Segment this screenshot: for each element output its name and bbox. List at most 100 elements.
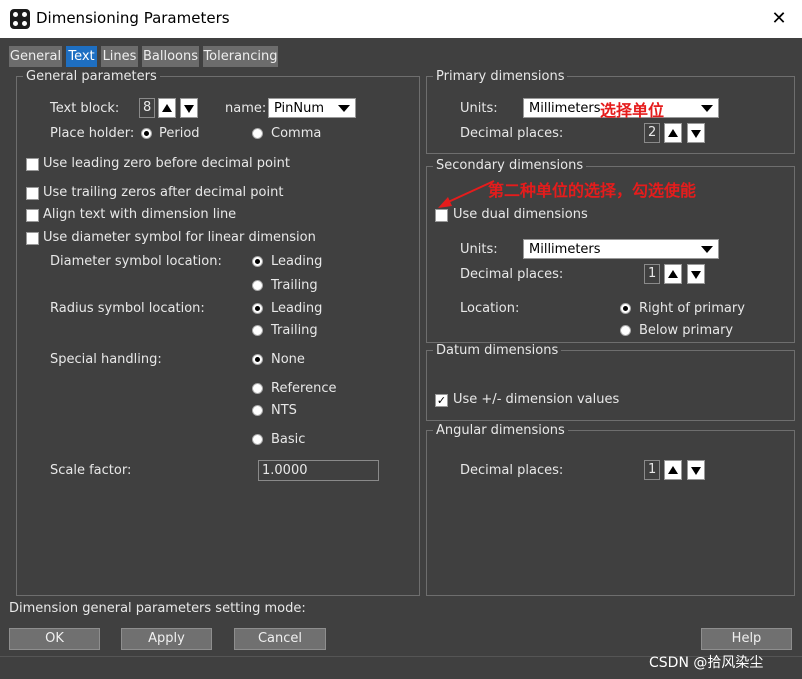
angular-decimal-label: Decimal places:	[460, 463, 564, 478]
checkmark-icon: ✓	[436, 394, 447, 407]
arrow-down-icon	[691, 271, 701, 279]
primary-decimal-up-button[interactable]	[664, 123, 682, 143]
radio-right-of-primary-label: Right of primary	[639, 301, 745, 316]
secondary-units-value: Millimeters	[529, 242, 601, 257]
primary-units-value: Millimeters	[529, 101, 601, 116]
trailing-zeros-checkbox[interactable]	[26, 187, 39, 200]
units-annotation: 选择单位	[600, 101, 665, 120]
radio-special-reference-label: Reference	[271, 381, 337, 396]
app-logo-icon	[10, 9, 30, 29]
radio-diameter-trailing-label: Trailing	[271, 278, 318, 293]
plus-minus-label: Use +/- dimension values	[453, 392, 620, 407]
angular-dimensions-title: Angular dimensions	[433, 423, 568, 438]
special-handling-label: Special handling:	[50, 352, 162, 367]
arrow-up-icon	[668, 129, 678, 137]
radio-diameter-leading-label: Leading	[271, 254, 323, 269]
radio-comma-label: Comma	[271, 126, 322, 141]
diameter-symbol-checkbox[interactable]	[26, 232, 39, 245]
tab-general[interactable]: General	[9, 46, 62, 67]
radio-special-nts[interactable]	[252, 405, 263, 416]
cancel-button[interactable]: Cancel	[234, 628, 326, 650]
text-block-value[interactable]: 8	[139, 98, 155, 118]
leading-zero-checkbox[interactable]	[26, 158, 39, 171]
radio-radius-trailing-label: Trailing	[271, 323, 318, 338]
chevron-down-icon	[701, 246, 713, 253]
title-bar: Dimensioning Parameters ✕	[0, 0, 802, 38]
name-label: name:	[225, 101, 267, 116]
angular-decimal-up-button[interactable]	[664, 460, 682, 480]
secondary-units-combo[interactable]: Millimeters	[523, 239, 719, 259]
arrow-down-icon	[691, 467, 701, 475]
angular-decimal-value[interactable]: 1	[644, 460, 660, 480]
primary-decimal-value[interactable]: 2	[644, 123, 660, 143]
radio-radius-leading-label: Leading	[271, 301, 323, 316]
help-button[interactable]: Help	[701, 628, 792, 650]
align-text-label: Align text with dimension line	[43, 207, 237, 222]
radio-below-primary-label: Below primary	[639, 323, 734, 338]
tab-lines[interactable]: Lines	[101, 46, 138, 67]
diameter-location-label: Diameter symbol location:	[50, 254, 222, 269]
name-combo[interactable]: PinNum	[268, 98, 356, 118]
radio-right-of-primary[interactable]	[620, 303, 631, 314]
radio-comma[interactable]	[252, 128, 263, 139]
primary-decimal-label: Decimal places:	[460, 126, 564, 141]
tab-balloons[interactable]: Balloons	[142, 46, 199, 67]
align-text-checkbox[interactable]	[26, 209, 39, 222]
angular-decimal-down-button[interactable]	[687, 460, 705, 480]
scale-factor-input[interactable]: 1.0000	[258, 460, 379, 481]
arrow-down-icon	[184, 105, 194, 113]
diameter-symbol-label: Use diameter symbol for linear dimension	[43, 230, 316, 245]
trailing-zeros-label: Use trailing zeros after decimal point	[43, 185, 284, 200]
radio-special-basic[interactable]	[252, 434, 263, 445]
radio-below-primary[interactable]	[620, 325, 631, 336]
arrow-down-icon	[691, 130, 701, 138]
location-label: Location:	[460, 301, 520, 316]
tab-text[interactable]: Text	[66, 46, 97, 67]
radio-special-nts-label: NTS	[271, 403, 297, 418]
dual-dimensions-label: Use dual dimensions	[453, 207, 588, 222]
radio-special-reference[interactable]	[252, 383, 263, 394]
radio-diameter-leading[interactable]	[252, 256, 263, 267]
close-icon[interactable]: ✕	[764, 4, 794, 34]
dual-dimensions-checkbox[interactable]	[435, 209, 448, 222]
arrow-up-icon	[668, 466, 678, 474]
chevron-down-icon	[701, 105, 713, 112]
radio-period[interactable]	[141, 128, 152, 139]
text-block-down-button[interactable]	[180, 98, 198, 118]
radio-special-basic-label: Basic	[271, 432, 306, 447]
secondary-decimal-label: Decimal places:	[460, 267, 564, 282]
general-parameters-title: General parameters	[23, 69, 160, 84]
leading-zero-label: Use leading zero before decimal point	[43, 156, 290, 171]
secondary-decimal-value[interactable]: 1	[644, 264, 660, 284]
scale-factor-label: Scale factor:	[50, 463, 132, 478]
general-parameters-group	[16, 76, 420, 596]
primary-decimal-down-button[interactable]	[687, 123, 705, 143]
text-block-up-button[interactable]	[158, 98, 176, 118]
status-text: Dimension general parameters setting mod…	[9, 601, 306, 616]
angular-dimensions-group	[426, 430, 795, 596]
apply-button[interactable]: Apply	[121, 628, 212, 650]
secondary-decimal-down-button[interactable]	[687, 264, 705, 284]
radio-special-none-label: None	[271, 352, 305, 367]
ok-button[interactable]: OK	[9, 628, 100, 650]
plus-minus-checkbox[interactable]: ✓	[435, 394, 448, 407]
primary-dimensions-title: Primary dimensions	[433, 69, 568, 84]
datum-dimensions-title: Datum dimensions	[433, 343, 562, 358]
text-block-label: Text block:	[50, 101, 120, 116]
name-combo-value: PinNum	[274, 101, 325, 116]
secondary-dimensions-title: Secondary dimensions	[433, 158, 587, 173]
radio-radius-trailing[interactable]	[252, 325, 263, 336]
radio-special-none[interactable]	[252, 354, 263, 365]
secondary-decimal-up-button[interactable]	[664, 264, 682, 284]
chevron-down-icon	[338, 105, 350, 112]
radio-diameter-trailing[interactable]	[252, 280, 263, 291]
arrow-up-icon	[162, 104, 172, 112]
radius-location-label: Radius symbol location:	[50, 301, 205, 316]
datum-dimensions-group	[426, 350, 795, 421]
place-holder-label: Place holder:	[50, 126, 135, 141]
primary-units-label: Units:	[460, 101, 498, 116]
tab-tolerancing[interactable]: Tolerancing	[203, 46, 278, 67]
window-title: Dimensioning Parameters	[36, 9, 230, 27]
radio-radius-leading[interactable]	[252, 303, 263, 314]
arrow-up-icon	[668, 270, 678, 278]
